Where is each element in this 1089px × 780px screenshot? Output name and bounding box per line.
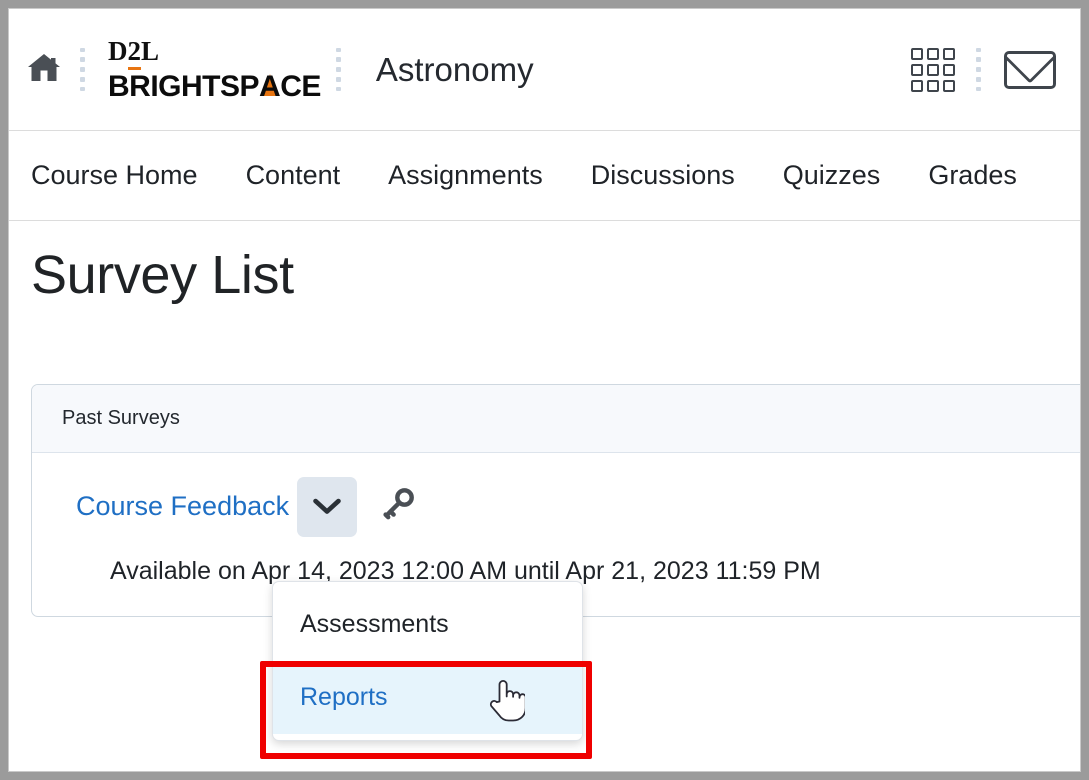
brightspace-logo[interactable]: D2L BRIGHTSP ACE bbox=[108, 35, 321, 103]
nav-item-grades[interactable]: Grades bbox=[928, 160, 1017, 191]
survey-availability-text: Available on Apr 14, 2023 12:00 AM until… bbox=[110, 556, 821, 585]
nav-item-content[interactable]: Content bbox=[246, 160, 341, 191]
nav-item-quizzes[interactable]: Quizzes bbox=[783, 160, 881, 191]
survey-name-link[interactable]: Course Feedback bbox=[76, 491, 289, 522]
menu-item-assessments[interactable]: Assessments bbox=[273, 588, 582, 661]
browser-page: D2L BRIGHTSP ACE Astronomy Course Home Co… bbox=[8, 8, 1081, 772]
logo-brightspace-text: BRIGHTSP ACE bbox=[108, 69, 321, 103]
card-header-label: Past Surveys bbox=[32, 384, 1080, 453]
nav-item-assignments[interactable]: Assignments bbox=[388, 160, 543, 191]
survey-permissions-button[interactable] bbox=[375, 485, 419, 529]
nav-item-discussions[interactable]: Discussions bbox=[591, 160, 735, 191]
chevron-down-icon bbox=[313, 498, 341, 516]
home-button[interactable] bbox=[23, 52, 65, 88]
vertical-dots-separator-3 bbox=[975, 47, 982, 92]
screenshot-root: D2L BRIGHTSP ACE Astronomy Course Home Co… bbox=[0, 0, 1089, 780]
menu-item-reports[interactable]: Reports bbox=[273, 661, 582, 734]
vertical-dots-separator bbox=[79, 47, 86, 92]
envelope-icon[interactable] bbox=[1004, 50, 1056, 89]
vertical-dots-separator-2 bbox=[335, 47, 342, 92]
top-navbar: D2L BRIGHTSP ACE Astronomy bbox=[9, 9, 1080, 131]
logo-d2l-text: D2L bbox=[108, 35, 321, 70]
nav-item-course-home[interactable]: Course Home bbox=[31, 160, 198, 191]
apps-grid-icon[interactable] bbox=[911, 47, 955, 92]
survey-row: Course Feedback bbox=[76, 476, 1080, 537]
page-title: Survey List bbox=[31, 245, 294, 305]
course-nav: Course Home Content Assignments Discussi… bbox=[9, 131, 1080, 221]
key-icon bbox=[379, 487, 415, 526]
survey-actions-dropdown-menu: Assessments Reports bbox=[272, 581, 583, 741]
main-content: Survey List Past Surveys Course Feedback bbox=[9, 221, 1080, 617]
survey-actions-dropdown-button[interactable] bbox=[297, 476, 358, 537]
navbar-right-actions bbox=[911, 47, 1056, 92]
course-title: Astronomy bbox=[375, 50, 534, 88]
home-icon bbox=[27, 52, 61, 88]
